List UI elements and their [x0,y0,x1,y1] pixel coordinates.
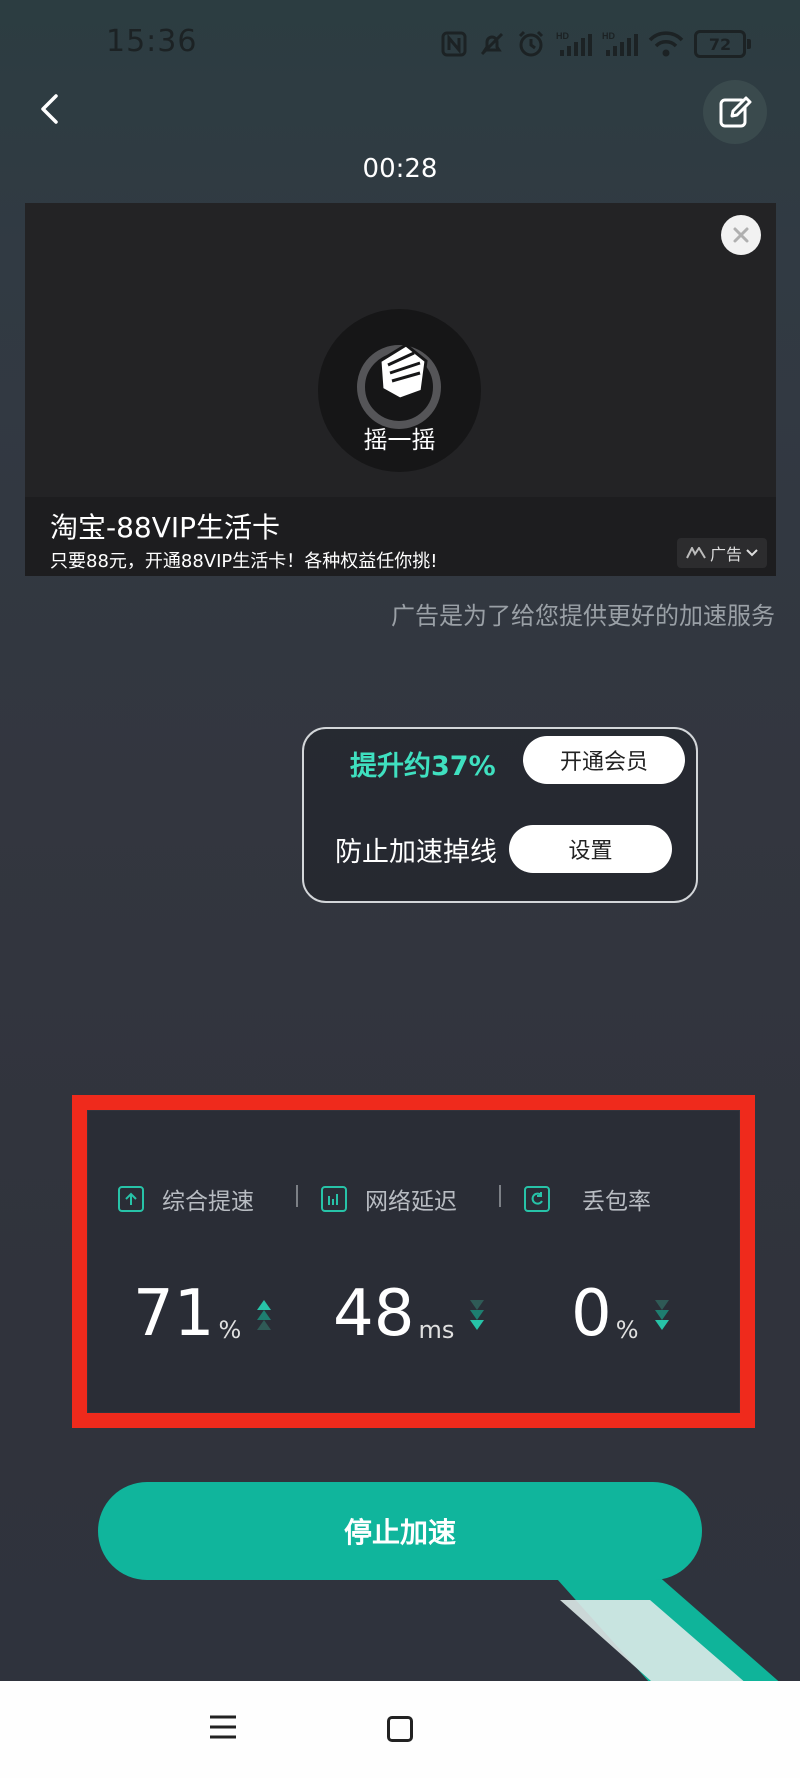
ad-tag-dropdown[interactable]: 广告 [677,538,767,568]
stat-label-speed: 综合提速 [162,1189,254,1215]
shake-label: 摇一摇 [363,426,436,454]
stat-header-speed: 综合提速 [118,1182,254,1216]
svg-text:HD: HD [602,31,615,41]
prevent-disconnect-text: 防止加速掉线 [335,837,497,868]
chevron-left-icon [41,94,58,124]
chevron-down-icon [746,549,758,557]
ad-close-button[interactable] [721,215,761,255]
refresh-icon [524,1186,550,1212]
divider [296,1185,298,1207]
signal-hd-icon: HD [556,31,592,56]
stats-panel [88,1111,739,1412]
battery-icon: 72 [694,30,751,58]
edit-icon [719,96,752,128]
home-icon[interactable] [387,1716,413,1742]
trend-down-icon [654,1300,669,1330]
loss-unit: % [615,1316,639,1344]
countdown-timer: 00:28 [362,154,438,184]
edit-button[interactable] [703,80,767,144]
stat-label-latency: 网络延迟 [365,1189,457,1215]
open-vip-button[interactable]: 开通会员 [523,736,685,784]
stat-value-speed: 71 % [133,1282,273,1346]
stat-value-loss: 0 % [571,1282,671,1346]
signal-hd-icon: HD [602,31,638,56]
trend-down-icon [470,1300,485,1330]
menu-icon[interactable] [208,1712,238,1742]
svg-text:HD: HD [556,31,569,41]
stat-header-loss: 丢包率 [524,1182,651,1216]
alarm-icon [518,30,544,57]
bar-chart-icon [321,1186,347,1212]
ad-brand-icon [686,547,706,559]
speed-unit: % [218,1316,242,1344]
stat-header-latency: 网络延迟 [321,1182,457,1216]
stat-value-latency: 48 ms [333,1282,486,1346]
arrow-up-box-icon [118,1186,144,1212]
close-icon [733,227,749,243]
back-button[interactable] [30,84,70,134]
wifi-icon [648,31,684,57]
speed-value: 71 [133,1277,215,1351]
ad-title: 淘宝-88VIP生活卡 [50,511,281,544]
ad-tag-label: 广告 [709,545,742,564]
loss-value: 0 [571,1277,612,1351]
stop-acceleration-button[interactable]: 停止加速 [98,1482,702,1580]
settings-button[interactable]: 设置 [509,825,672,873]
bell-muted-icon [480,32,504,56]
nfc-icon [441,31,467,57]
status-icons: HD HD 72 [440,22,751,66]
trend-up-icon [257,1300,272,1330]
boost-percentage-text: 提升约37% [350,751,496,782]
ad-note: 广告是为了给您提供更好的加速服务 [391,602,775,630]
latency-value: 48 [333,1277,415,1351]
stat-label-loss: 丢包率 [582,1189,651,1215]
latency-unit: ms [418,1316,455,1344]
ad-description: 只要88元，开通88VIP生活卡！各种权益任你挑! [50,551,438,572]
divider [499,1185,501,1207]
status-time: 15:36 [106,24,198,59]
